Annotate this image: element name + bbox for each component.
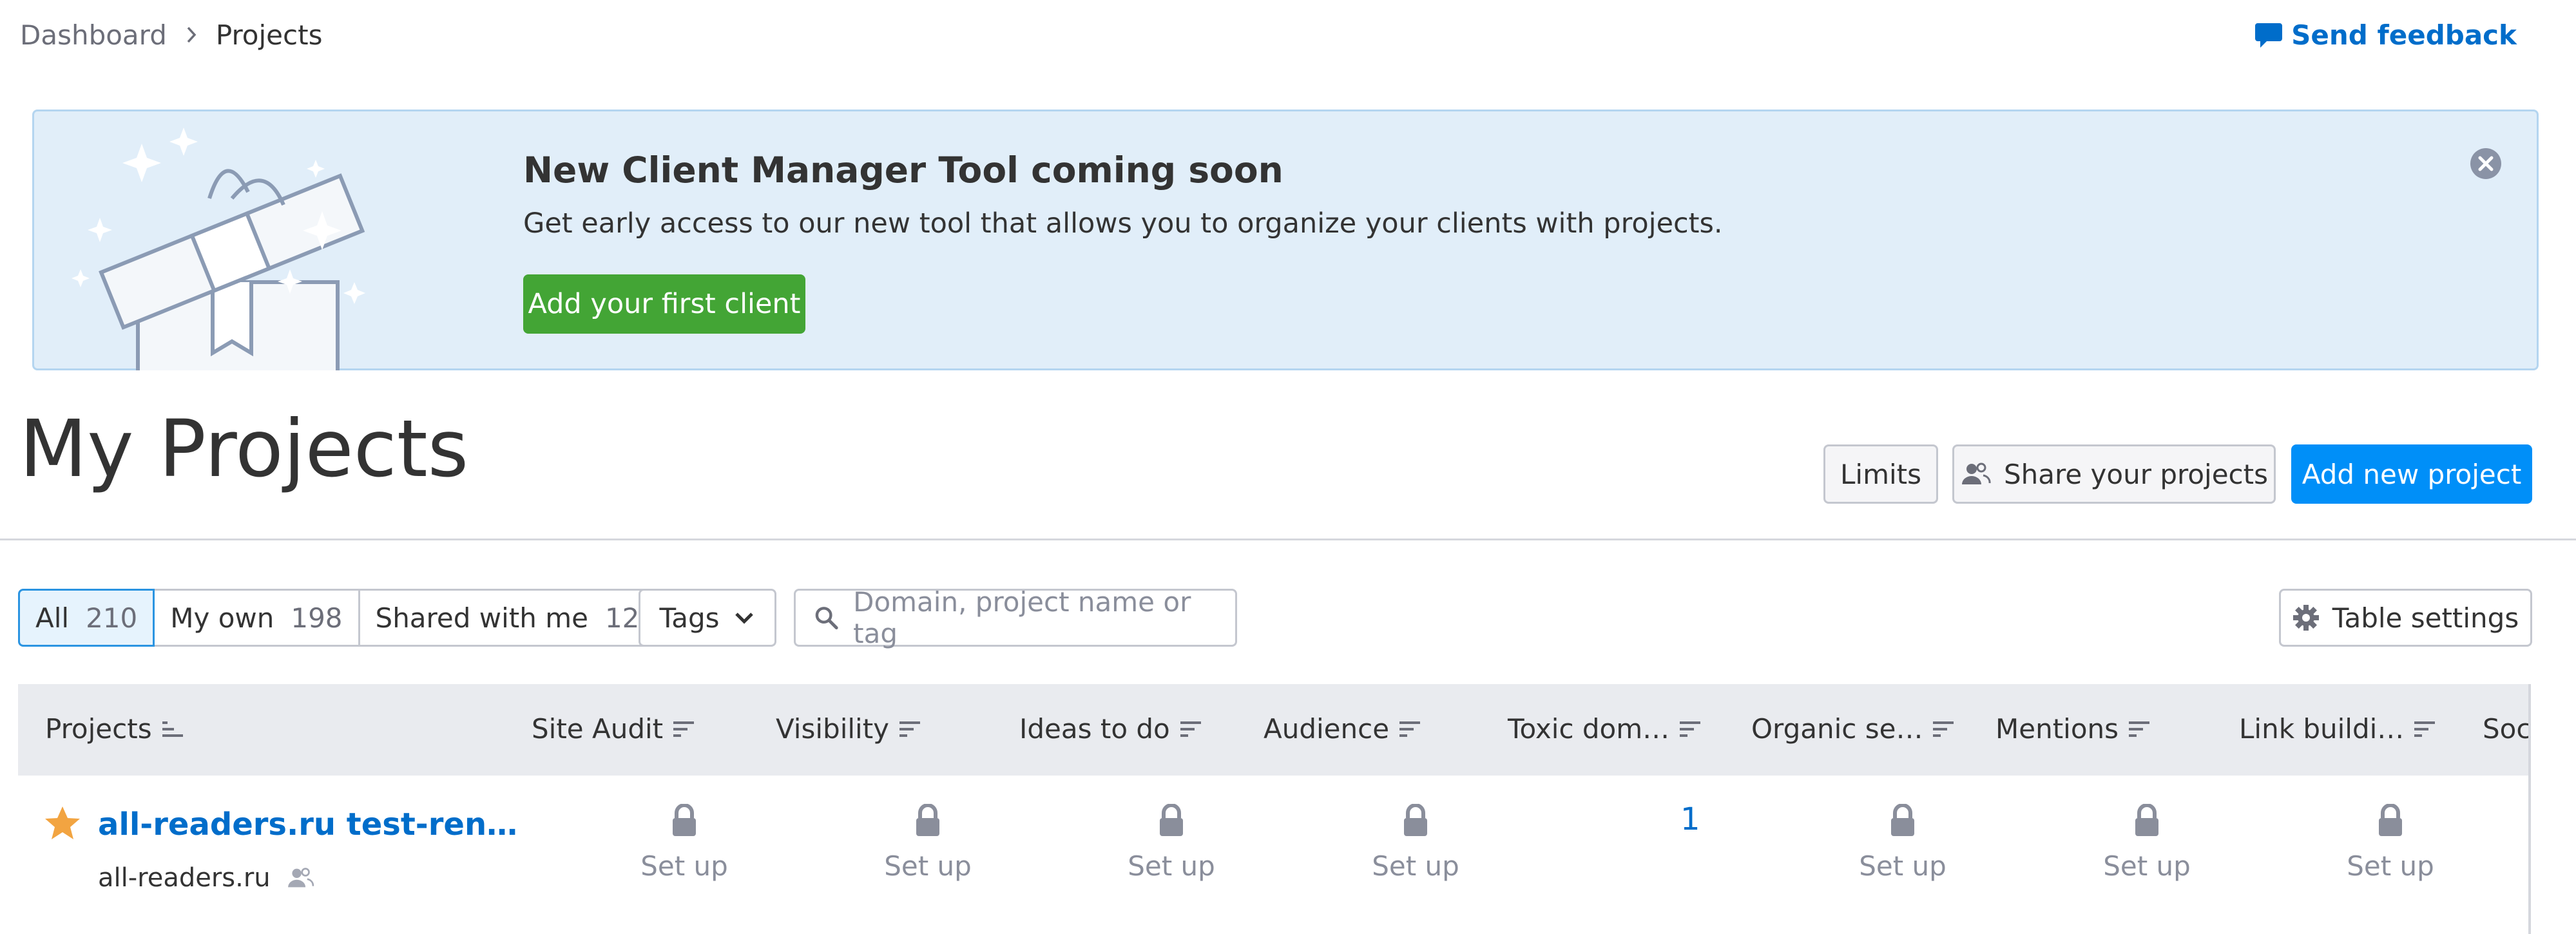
col-mentions-label: Mentions [1995,713,2119,745]
setup-label: Set up [884,850,972,882]
sort-icon [1180,721,1201,737]
divider [0,538,2576,540]
limits-button[interactable]: Limits [1823,444,1938,504]
project-domain-text: all-readers.ru [98,863,271,893]
add-first-client-button[interactable]: Add your first client [523,274,805,334]
filter-all-count: 210 [86,602,138,634]
site-audit-setup[interactable]: Set up [620,804,749,882]
col-toxic-domains-label: Toxic dom… [1508,713,1670,745]
breadcrumb: Dashboard Projects [20,17,322,53]
sort-icon [673,721,695,737]
chevron-right-icon [178,22,204,48]
lock-icon [673,804,696,836]
lock-icon [1404,804,1427,836]
lock-icon [2135,804,2158,836]
sort-icon [1399,721,1421,737]
col-organic-search-label: Organic se… [1751,713,1923,745]
setup-label: Set up [2103,850,2191,882]
col-site-audit-label: Site Audit [532,713,664,745]
visibility-setup[interactable]: Set up [863,804,992,882]
filter-my-own[interactable]: My own 198 [153,589,360,647]
filter-all-label: All [35,602,70,634]
project-domain: all-readers.ru [98,863,314,893]
shared-icon [287,868,314,888]
row-divider [18,774,2531,776]
gift-illustration [72,128,365,370]
col-toxic-domains[interactable]: Toxic dom… [1508,713,1702,745]
setup-label: Set up [1128,850,1215,882]
search-icon [815,607,838,630]
mentions-setup[interactable]: Set up [2082,804,2211,882]
promo-banner [32,110,2539,370]
banner-text: Get early access to our new tool that al… [523,207,1723,240]
sort-icon [1933,721,1954,737]
lock-icon [2379,804,2402,836]
banner-title: New Client Manager Tool coming soon [523,149,1283,191]
sort-icon [1680,721,1701,737]
col-mentions[interactable]: Mentions [1995,713,2151,745]
filter-my-own-count: 198 [291,602,343,634]
chevron-down-icon [735,613,754,624]
col-link-building[interactable]: Link buildi… [2239,713,2436,745]
col-projects-label: Projects [45,713,152,745]
lock-icon [1891,804,1914,836]
page-title: My Projects [19,403,469,495]
col-link-building-label: Link buildi… [2239,713,2405,745]
search-input[interactable]: Domain, project name or tag [794,586,1237,649]
feedback-icon [2255,23,2283,48]
share-projects-button[interactable]: Share your projects [1952,444,2276,504]
col-projects[interactable]: Projects [45,713,184,745]
share-projects-label: Share your projects [2004,458,2268,490]
col-audience[interactable]: Audience [1264,713,1421,745]
sort-icon [2414,721,2436,737]
sort-icon [899,721,921,737]
ideas-setup[interactable]: Set up [1107,804,1236,882]
close-icon[interactable] [2469,147,2503,180]
col-social-label: Soci [2483,713,2529,745]
filter-shared-label: Shared with me [375,602,588,634]
lock-icon [916,804,939,836]
lock-icon [1160,804,1183,836]
setup-label: Set up [1372,850,1459,882]
col-ideas-to-do-label: Ideas to do [1019,713,1170,745]
breadcrumb-dashboard[interactable]: Dashboard [20,19,167,51]
table-settings-button[interactable]: Table settings [2279,589,2532,647]
filter-shared-count: 12 [604,602,640,634]
table-settings-label: Table settings [2332,602,2519,634]
col-visibility-label: Visibility [776,713,890,745]
send-feedback-label: Send feedback [2291,19,2517,51]
col-social[interactable]: Soci [2483,713,2529,745]
tags-label: Tags [659,602,720,634]
filter-shared[interactable]: Shared with me 12 [358,589,657,647]
filter-my-own-label: My own [170,602,274,634]
sort-icon [162,721,183,737]
organic-setup[interactable]: Set up [1838,804,1967,882]
project-name-link[interactable]: all-readers.ru test-ren… [98,806,517,843]
search-placeholder: Domain, project name or tag [853,586,1191,649]
col-audience-label: Audience [1264,713,1390,745]
col-site-audit[interactable]: Site Audit [532,713,695,745]
col-visibility[interactable]: Visibility [776,713,921,745]
link-building-setup[interactable]: Set up [2326,804,2455,882]
send-feedback-link[interactable]: Send feedback [2254,19,2517,51]
sort-icon [2129,721,2150,737]
filter-all[interactable]: All 210 [18,589,155,647]
col-organic-search[interactable]: Organic se… [1751,713,1955,745]
col-ideas-to-do[interactable]: Ideas to do [1019,713,1202,745]
add-new-project-button[interactable]: Add new project [2291,444,2532,504]
table-edge [2528,684,2531,934]
gear-icon [2292,605,2319,631]
tags-dropdown[interactable]: Tags [639,589,776,647]
setup-label: Set up [640,850,728,882]
breadcrumb-projects: Projects [215,19,323,51]
audience-setup[interactable]: Set up [1351,804,1480,882]
toxic-domains-value[interactable]: 1 [1680,801,1700,837]
setup-label: Set up [2347,850,2434,882]
star-icon[interactable] [44,805,81,841]
ownership-filter: All 210 My own 198 Shared with me 12 [18,589,657,647]
setup-label: Set up [1859,850,1946,882]
share-users-icon [1962,462,1991,484]
